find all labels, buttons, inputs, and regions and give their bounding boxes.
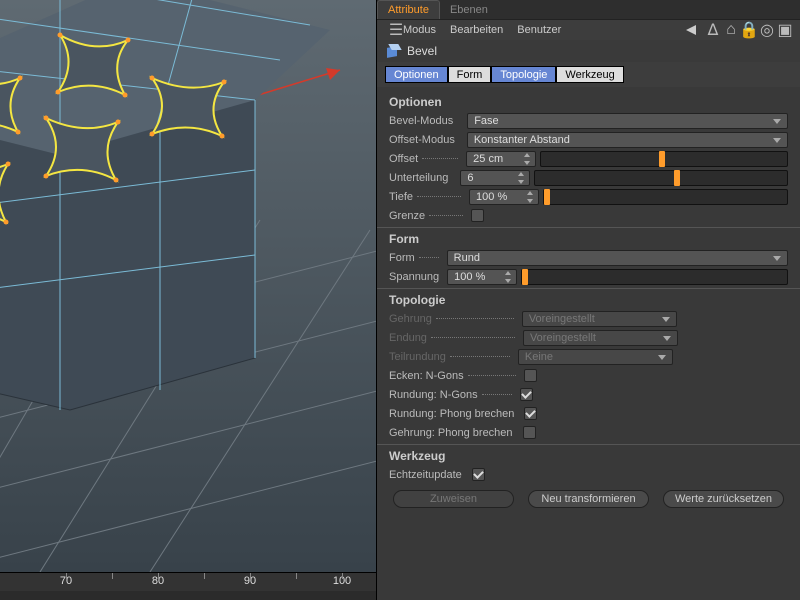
label-gehrung: Gehrung xyxy=(389,313,518,325)
lock-icon[interactable]: 🔒 xyxy=(742,23,756,37)
label-grenze: Grenze xyxy=(389,210,467,222)
subtab-werkzeug[interactable]: Werkzeug xyxy=(556,66,623,83)
menu-benutzer[interactable]: Benutzer xyxy=(517,24,561,36)
field-spannung[interactable]: 100 % xyxy=(447,269,517,285)
check-rundung-ngons[interactable] xyxy=(520,388,533,401)
subtab-optionen[interactable]: Optionen xyxy=(385,66,448,83)
slider-spannung[interactable] xyxy=(521,269,788,285)
new-window-icon[interactable]: ▣ xyxy=(778,23,792,37)
label-spannung: Spannung xyxy=(389,271,439,283)
check-ecken-ngons[interactable] xyxy=(524,369,537,382)
tab-ebenen[interactable]: Ebenen xyxy=(440,1,498,19)
field-offset[interactable]: 25 cm xyxy=(466,151,536,167)
check-echtzeit[interactable] xyxy=(472,468,485,481)
field-tiefe[interactable]: 100 % xyxy=(469,189,539,205)
label-tiefe: Tiefe xyxy=(389,191,465,203)
combo-endung: Voreingestellt xyxy=(523,330,678,346)
slider-unterteilung[interactable] xyxy=(534,170,788,186)
bevel-tool-icon xyxy=(385,43,401,59)
menu-bearbeiten[interactable]: Bearbeiten xyxy=(450,24,503,36)
attribute-panel: Attribute Ebenen ☰ Modus Bearbeiten Benu… xyxy=(376,0,800,600)
up-icon[interactable]: ᐃ xyxy=(706,23,720,37)
slider-offset[interactable] xyxy=(540,151,788,167)
label-offset-modus: Offset-Modus xyxy=(389,134,455,146)
section-topologie: Topologie xyxy=(377,288,800,309)
subtab-topologie[interactable]: Topologie xyxy=(491,66,556,83)
check-grenze[interactable] xyxy=(471,209,484,222)
btn-zuweisen: Zuweisen xyxy=(393,490,514,508)
label-unterteilung: Unterteilung xyxy=(389,172,448,184)
check-gehrung-phong[interactable] xyxy=(523,426,536,439)
label-bevel-modus: Bevel-Modus xyxy=(389,115,453,127)
viewport-3d[interactable] xyxy=(0,0,376,572)
object-header[interactable]: Bevel xyxy=(377,40,800,62)
label-endung: Endung xyxy=(389,332,519,344)
combo-bevel-modus[interactable]: Fase xyxy=(467,113,788,129)
home-icon[interactable]: ⌂ xyxy=(724,23,738,37)
subtab-form[interactable]: Form xyxy=(448,66,492,83)
check-rundung-phong[interactable] xyxy=(524,407,537,420)
label-gehrung-phong: Gehrung: Phong brechen xyxy=(389,427,513,439)
label-form: Form xyxy=(389,252,443,264)
btn-neu-transformieren[interactable]: Neu transformieren xyxy=(528,490,649,508)
label-echtzeit: Echtzeitupdate xyxy=(389,469,462,481)
target-icon[interactable]: ◎ xyxy=(760,23,774,37)
combo-gehrung: Voreingestellt xyxy=(522,311,677,327)
combo-offset-modus[interactable]: Konstanter Abstand xyxy=(467,132,788,148)
label-ecken-ngons: Ecken: N-Gons xyxy=(389,370,520,382)
nav-back-icon[interactable] xyxy=(686,25,696,35)
label-rundung-phong: Rundung: Phong brechen xyxy=(389,408,514,420)
field-unterteilung[interactable]: 6 xyxy=(460,170,530,186)
label-offset: Offset xyxy=(389,153,462,165)
section-form: Form xyxy=(377,227,800,248)
dropdown-icon[interactable]: ☰ xyxy=(389,23,403,37)
label-rundung-ngons: Rundung: N-Gons xyxy=(389,389,516,401)
section-optionen: Optionen xyxy=(377,91,800,111)
btn-werte-zuruecksetzen[interactable]: Werte zurücksetzen xyxy=(663,490,784,508)
combo-teilrundung: Keine xyxy=(518,349,673,365)
timeline-ruler[interactable]: 70 80 90 100 xyxy=(0,572,376,600)
combo-form[interactable]: Rund xyxy=(447,250,788,266)
object-name: Bevel xyxy=(407,44,437,58)
section-werkzeug: Werkzeug xyxy=(377,444,800,465)
menu-modus[interactable]: Modus xyxy=(403,24,436,36)
tab-attribute[interactable]: Attribute xyxy=(377,0,440,19)
slider-tiefe[interactable] xyxy=(543,189,788,205)
label-teilrundung: Teilrundung xyxy=(389,351,514,363)
